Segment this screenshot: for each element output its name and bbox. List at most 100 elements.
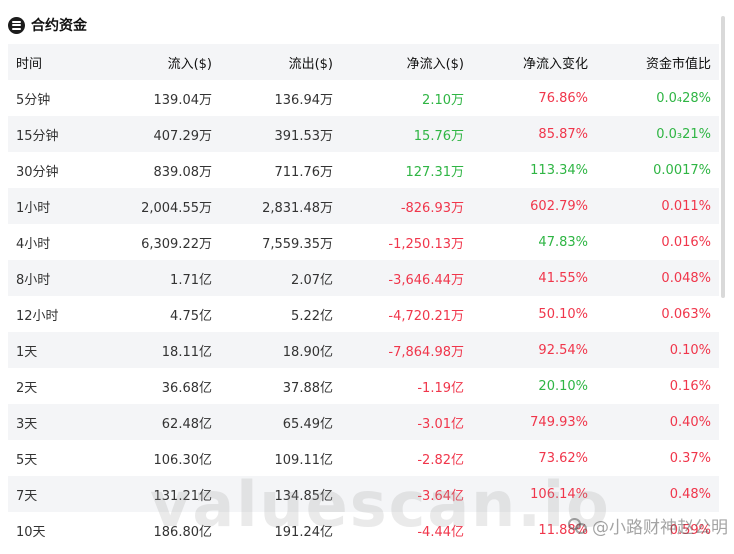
cell-inflow: 407.29万 (153, 128, 213, 144)
cell-ratio: 0.048% (661, 270, 711, 286)
table-row[interactable]: 5分钟 139.04万 136.94万 2.10万 76.86% 0.0₄28% (8, 80, 719, 116)
table-row[interactable]: 7天 131.21亿 134.85亿 -3.64亿 106.14% 0.48% (8, 476, 719, 512)
solana-icon (8, 16, 25, 34)
column-header-net-inflow[interactable]: 净流入($) (333, 44, 464, 80)
cell-inflow: 4.75亿 (170, 308, 212, 324)
cell-net-inflow: 127.31万 (405, 164, 465, 180)
cell-time: 4小时 (16, 236, 51, 252)
table-header-row: 时间 流入($) 流出($) 净流入($) 净流入变化 资金市值比 (8, 44, 719, 80)
cell-ratio: 0.0₄28% (656, 90, 711, 106)
cell-inflow: 139.04万 (153, 92, 213, 108)
cell-outflow: 2,831.48万 (262, 200, 333, 216)
cell-time: 30分钟 (16, 164, 59, 180)
cell-ratio: 0.10% (669, 342, 711, 358)
cell-ratio: 0.063% (661, 306, 711, 322)
section-title: 合约资金 (31, 18, 87, 34)
cell-inflow: 106.30亿 (153, 452, 213, 468)
cell-net-inflow: -3,646.44万 (388, 272, 464, 288)
cell-inflow: 839.08万 (153, 164, 213, 180)
cell-inflow: 1.71亿 (170, 272, 212, 288)
cell-ratio: 0.0₃21% (656, 126, 711, 142)
cell-outflow: 5.22亿 (291, 308, 333, 324)
cell-net-change: 47.83% (538, 234, 588, 250)
cell-net-inflow: 15.76万 (413, 128, 464, 144)
table-row[interactable]: 3天 62.48亿 65.49亿 -3.01亿 749.93% 0.40% (8, 404, 719, 440)
cell-ratio: 0.48% (669, 486, 711, 502)
cell-outflow: 191.24亿 (274, 524, 334, 540)
cell-net-change: 92.54% (538, 342, 588, 358)
cell-inflow: 131.21亿 (153, 488, 213, 504)
table-row[interactable]: 15分钟 407.29万 391.53万 15.76万 85.87% 0.0₃21% (8, 116, 719, 152)
cell-ratio: 0.011% (661, 198, 711, 214)
cell-outflow: 65.49亿 (282, 416, 333, 432)
table-row[interactable]: 12小时 4.75亿 5.22亿 -4,720.21万 50.10% 0.063% (8, 296, 719, 332)
cell-time: 7天 (16, 488, 38, 504)
cell-inflow: 186.80亿 (153, 524, 213, 540)
cell-net-inflow: -3.64亿 (417, 488, 464, 504)
cell-time: 8小时 (16, 272, 51, 288)
cell-outflow: 136.94万 (274, 92, 334, 108)
fund-flow-table: 时间 流入($) 流出($) 净流入($) 净流入变化 资金市值比 5分钟 139… (8, 44, 719, 548)
cell-inflow: 62.48亿 (161, 416, 212, 432)
cell-net-change: 602.79% (530, 198, 588, 214)
cell-time: 5天 (16, 452, 38, 468)
cell-inflow: 36.68亿 (161, 380, 212, 396)
table-row[interactable]: 10天 186.80亿 191.24亿 -4.44亿 11.88% 0.59% (8, 512, 719, 548)
table-row[interactable]: 4小时 6,309.22万 7,559.35万 -1,250.13万 47.83% 0.0… (8, 224, 719, 260)
cell-net-change: 113.34% (530, 162, 588, 178)
column-header-net-change[interactable]: 净流入变化 (464, 44, 588, 80)
column-header-ratio[interactable]: 资金市值比 (588, 44, 719, 80)
cell-net-change: 20.10% (538, 378, 588, 394)
cell-net-inflow: -826.93万 (400, 200, 464, 216)
cell-net-inflow: 2.10万 (422, 92, 464, 108)
cell-time: 1天 (16, 344, 38, 360)
section-header: 合约资金 (8, 14, 87, 36)
cell-net-inflow: -1.19亿 (417, 380, 464, 396)
cell-net-inflow: -3.01亿 (417, 416, 464, 432)
cell-ratio: 0.016% (661, 234, 711, 250)
cell-net-inflow: -7,864.98万 (388, 344, 464, 360)
cell-ratio: 0.37% (669, 450, 711, 466)
cell-net-change: 50.10% (538, 306, 588, 322)
table-row[interactable]: 5天 106.30亿 109.11亿 -2.82亿 73.62% 0.37% (8, 440, 719, 476)
cell-outflow: 134.85亿 (274, 488, 334, 504)
cell-net-inflow: -1,250.13万 (388, 236, 464, 252)
column-header-time[interactable]: 时间 (8, 44, 104, 80)
cell-outflow: 711.76万 (274, 164, 334, 180)
cell-net-inflow: -4,720.21万 (388, 308, 464, 324)
cell-net-inflow: -2.82亿 (417, 452, 464, 468)
cell-time: 3天 (16, 416, 38, 432)
cell-net-change: 11.88% (538, 522, 588, 538)
table-row[interactable]: 30分钟 839.08万 711.76万 127.31万 113.34% 0.0017% (8, 152, 719, 188)
cell-net-inflow: -4.44亿 (417, 524, 464, 540)
cell-outflow: 37.88亿 (282, 380, 333, 396)
cell-time: 5分钟 (16, 92, 51, 108)
cell-time: 10天 (16, 524, 46, 540)
cell-time: 15分钟 (16, 128, 59, 144)
cell-net-change: 106.14% (530, 486, 588, 502)
table-row[interactable]: 2天 36.68亿 37.88亿 -1.19亿 20.10% 0.16% (8, 368, 719, 404)
cell-outflow: 109.11亿 (274, 452, 334, 468)
cell-outflow: 7,559.35万 (262, 236, 333, 252)
cell-outflow: 18.90亿 (282, 344, 333, 360)
cell-net-change: 749.93% (530, 414, 588, 430)
column-header-outflow[interactable]: 流出($) (212, 44, 333, 80)
cell-ratio: 0.16% (669, 378, 711, 394)
table-row[interactable]: 1小时 2,004.55万 2,831.48万 -826.93万 602.79% 0.01… (8, 188, 719, 224)
cell-time: 1小时 (16, 200, 51, 216)
cell-outflow: 2.07亿 (291, 272, 333, 288)
cell-inflow: 18.11亿 (161, 344, 212, 360)
table-row[interactable]: 8小时 1.71亿 2.07亿 -3,646.44万 41.55% 0.048% (8, 260, 719, 296)
cell-net-change: 41.55% (538, 270, 588, 286)
cell-outflow: 391.53万 (274, 128, 334, 144)
column-header-inflow[interactable]: 流入($) (104, 44, 212, 80)
cell-net-change: 73.62% (538, 450, 588, 466)
cell-time: 12小时 (16, 308, 59, 324)
cell-ratio: 0.0017% (653, 162, 711, 178)
scrollbar[interactable] (721, 16, 725, 298)
cell-ratio: 0.59% (669, 522, 711, 538)
cell-inflow: 2,004.55万 (141, 200, 212, 216)
table-row[interactable]: 1天 18.11亿 18.90亿 -7,864.98万 92.54% 0.10% (8, 332, 719, 368)
cell-ratio: 0.40% (669, 414, 711, 430)
cell-net-change: 76.86% (538, 90, 588, 106)
